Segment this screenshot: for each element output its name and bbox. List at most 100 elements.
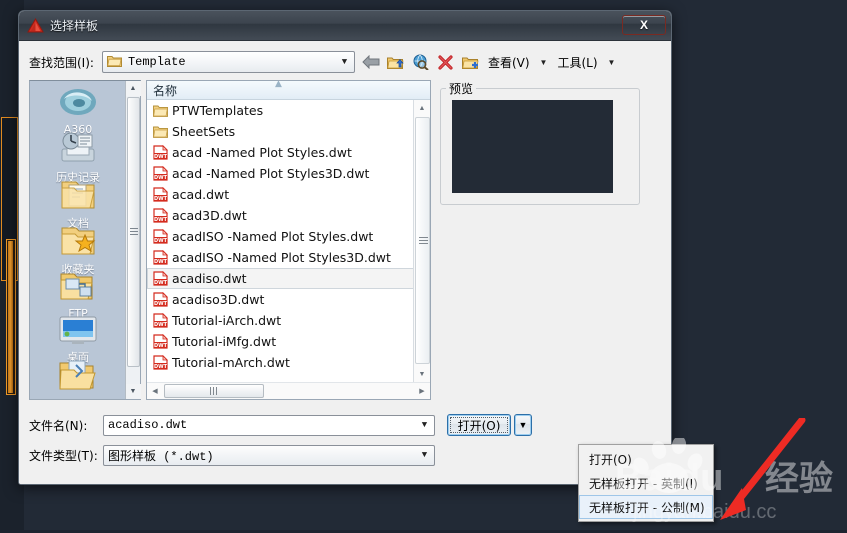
places-bar: A360 历史记录 文档 收藏夹 FTP 桌面 ▲ ▼ [29,80,141,400]
open-button[interactable]: 打开(O) [447,414,511,436]
filetype-select[interactable]: 图形样板 (*.dwt) ▼ [103,444,435,466]
svg-text:DWT: DWT [154,196,168,202]
dwt-file-icon: DWT [153,166,168,181]
lookin-label: 查找范围(I): [29,55,94,70]
chevron-down-icon[interactable]: ▼ [337,57,352,67]
filename-input[interactable]: acadiso.dwt ▼ [103,414,435,436]
preview-label: 预览 [446,80,477,97]
file-list-items: PTWTemplates SheetSets DWT acad -Named Plot… [147,100,415,382]
dwt-file-icon: DWT [153,145,168,160]
open-dropdown-menu: 打开(O) 无样板打开 - 英制(I) 无样板打开 - 公制(M) [578,444,714,522]
folder-new-icon[interactable] [461,52,481,72]
file-list-scroll-down-icon[interactable]: ▼ [414,366,430,382]
places-item-folder[interactable] [30,355,126,395]
svg-text:DWT: DWT [154,175,168,181]
open-menu-item[interactable]: 无样板打开 - 公制(M) [579,495,713,519]
dwt-file-icon: DWT [153,250,168,265]
places-item-桌面[interactable]: 桌面 [30,311,126,364]
dwt-file-icon: DWT [153,355,168,370]
lookin-combobox[interactable]: Template ▼ [101,51,355,73]
places-list: A360 历史记录 文档 收藏夹 FTP 桌面 [30,81,126,399]
svg-text:DWT: DWT [154,301,168,307]
dialog-title: 选择样板 [50,19,99,33]
column-header-name[interactable]: 名称 [153,82,177,99]
places-item-FTP[interactable]: FTP [30,267,126,320]
places-scroll-down-icon[interactable]: ▼ [125,384,141,399]
open-menu-item[interactable]: 打开(O) [579,447,713,471]
open-split-chevron-down-icon[interactable]: ▼ [514,414,532,436]
dwt-file-icon: DWT [153,208,168,223]
focus-ring [450,417,508,433]
file-name-label: SheetSets [172,124,236,139]
file-name-label: acadISO -Named Plot Styles.dwt [172,229,374,244]
folder-up-icon[interactable] [386,52,406,72]
documents-folder-icon [60,179,96,214]
places-item-收藏夹[interactable]: 收藏夹 [30,221,126,276]
tools-menu-button[interactable]: 工具(L) [557,54,597,71]
close-icon[interactable]: X [622,15,666,35]
file-list-item[interactable]: DWT acad -Named Plot Styles.dwt [147,142,415,163]
ftp-folder-icon [59,271,97,306]
preview-panel: 预览 [440,80,640,205]
orange-toolbar-strip [1,117,18,395]
file-name-label: acad.dwt [172,187,230,202]
file-list-scroll-up-icon[interactable]: ▲ [414,100,430,116]
file-name-label: Tutorial-mArch.dwt [172,355,290,370]
dwt-file-icon: DWT [153,292,168,307]
lookin-value: Template [127,55,186,69]
file-list-scroll-right-icon[interactable]: ▶ [414,387,430,395]
places-item-A360[interactable]: A360 [30,81,126,136]
file-list-item[interactable]: PTWTemplates [147,100,415,121]
file-list-header[interactable]: 名称 ▲ [147,81,430,100]
places-item-历史记录[interactable]: 历史记录 [30,127,126,184]
file-list-item[interactable]: DWT acadISO -Named Plot Styles.dwt [147,226,415,247]
file-name-label: acad -Named Plot Styles.dwt [172,145,352,160]
file-list-item[interactable]: SheetSets [147,121,415,142]
file-list-item[interactable]: DWT acad3D.dwt [147,205,415,226]
places-scrollbar[interactable]: ▲ ▼ [125,81,141,399]
filetype-chevron-down-icon[interactable]: ▼ [417,450,432,460]
file-list-hscroll-thumb[interactable] [164,384,264,398]
svg-text:DWT: DWT [154,259,168,265]
dwt-file-icon: DWT [153,229,168,244]
places-scroll-thumb[interactable] [127,97,140,367]
tools-menu-chevron-down-icon[interactable]: ▼ [608,58,616,67]
file-list-item[interactable]: DWT Tutorial-mArch.dwt [147,352,415,373]
file-list-vertical-scrollbar[interactable]: ▲ ▼ [413,100,430,382]
sort-ascending-icon: ▲ [275,80,282,89]
lookin-row: 查找范围(I): Template ▼ 查看(V) ▼ 工具(L) ▼ [29,50,665,74]
open-menu-item[interactable]: 无样板打开 - 英制(I) [579,471,713,495]
file-name-label: Tutorial-iArch.dwt [172,313,282,328]
open-button-group: 打开(O) ▼ [447,414,532,436]
file-list-item[interactable]: DWT Tutorial-iMfg.dwt [147,331,415,352]
places-scroll-up-icon[interactable]: ▲ [125,81,141,96]
filetype-label: 文件类型(T): [29,448,98,463]
folder-icon [153,104,168,117]
view-menu-button[interactable]: 查看(V) [488,54,530,71]
desktop-monitor-icon [58,315,98,348]
dialog-titlebar[interactable]: 选择样板 X [19,11,671,41]
open-folder-icon [58,359,98,394]
file-list-scroll-thumb[interactable] [415,117,430,364]
file-list-item[interactable]: DWT acadiso3D.dwt [147,289,415,310]
dialog-footer: 文件名(N): acadiso.dwt ▼ 打开(O) ▼ 文件类型(T): 图… [29,414,665,466]
places-item-文档[interactable]: 文档 [30,175,126,230]
view-menu-chevron-down-icon[interactable]: ▼ [540,58,548,67]
file-list-item[interactable]: DWT acad -Named Plot Styles3D.dwt [147,163,415,184]
file-list-item[interactable]: DWT Tutorial-iArch.dwt [147,310,415,331]
svg-text:DWT: DWT [154,322,168,328]
back-arrow-icon[interactable] [361,52,381,72]
svg-text:DWT: DWT [154,217,168,223]
filename-chevron-down-icon[interactable]: ▼ [417,420,432,430]
file-list-horizontal-scrollbar[interactable]: ◀ ▶ [147,382,430,399]
file-list-item[interactable]: DWT acadiso.dwt [147,268,415,289]
folder-icon [106,54,122,71]
file-list-item[interactable]: DWT acad.dwt [147,184,415,205]
svg-text:DWT: DWT [154,343,168,349]
svg-text:DWT: DWT [154,280,168,286]
file-list-item[interactable]: DWT acadISO -Named Plot Styles3D.dwt [147,247,415,268]
delete-x-icon[interactable] [436,52,456,72]
search-web-icon[interactable] [411,52,431,72]
file-list-scroll-left-icon[interactable]: ◀ [147,387,163,395]
file-name-label: PTWTemplates [172,103,264,118]
